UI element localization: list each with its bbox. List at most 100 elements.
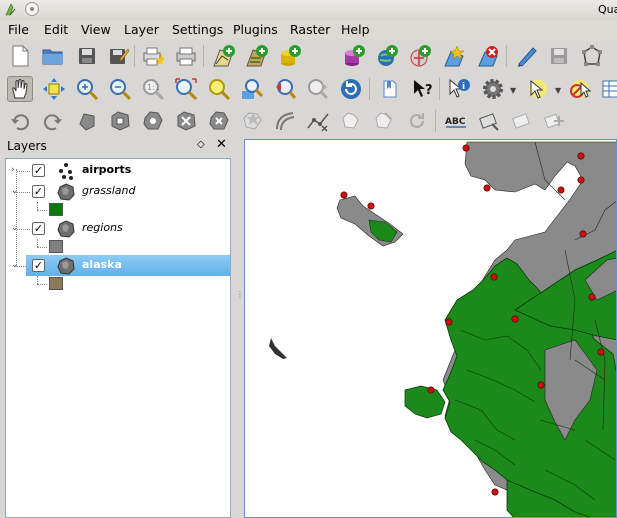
rotate-icon[interactable] [404, 108, 430, 134]
collapse-arrow-icon[interactable]: ⌄ [11, 223, 19, 233]
add-raster-layer-icon[interactable] [244, 43, 270, 69]
zoom-last-icon[interactable] [272, 76, 298, 102]
add-vector-layer-icon[interactable] [211, 43, 237, 69]
digitize-icon[interactable] [579, 43, 605, 69]
toggle-editing-icon[interactable] [514, 43, 540, 69]
collapse-arrow-icon[interactable]: ⌄ [11, 260, 19, 270]
tree-line [37, 247, 47, 248]
chevron-down-icon[interactable]: ▼ [555, 86, 561, 95]
regions-symbol-swatch[interactable] [49, 240, 63, 253]
airport-point [588, 293, 596, 301]
grassland-symbol-swatch[interactable] [49, 203, 63, 216]
zoom-full-icon[interactable] [173, 76, 199, 102]
merge-icon[interactable] [338, 108, 364, 134]
zoom-in-icon[interactable] [74, 76, 100, 102]
save-edits-icon[interactable] [546, 43, 572, 69]
airport-point [491, 488, 499, 496]
menu-plugins[interactable]: Plugins [233, 22, 278, 37]
bookmark-icon[interactable] [377, 76, 403, 102]
close-panel-icon[interactable]: ✕ [216, 137, 227, 152]
add-spatialite-layer-icon[interactable] [341, 43, 367, 69]
alaska-symbol-swatch[interactable] [49, 277, 63, 290]
new-shapefile-icon[interactable] [442, 43, 468, 69]
redo-icon[interactable] [40, 108, 66, 134]
svg-text:i: i [462, 82, 465, 92]
new-print-composer-icon[interactable] [140, 43, 166, 69]
save-as-icon[interactable] [106, 43, 132, 69]
window-menu-button[interactable] [25, 2, 39, 16]
add-part-icon[interactable] [140, 108, 166, 134]
deselect-icon[interactable] [567, 76, 593, 102]
simplify-icon[interactable] [74, 108, 100, 134]
merge-attributes-icon[interactable] [371, 108, 397, 134]
airport-point [511, 315, 519, 323]
expand-arrow-icon[interactable]: › [11, 165, 15, 175]
menu-settings[interactable]: Settings [172, 22, 223, 37]
add-ring-icon[interactable] [107, 108, 133, 134]
move-label-icon[interactable] [542, 108, 568, 134]
tree-line [37, 210, 47, 211]
new-project-icon[interactable] [7, 43, 33, 69]
delete-ring-icon[interactable] [173, 108, 199, 134]
chevron-down-icon[interactable]: ▼ [510, 86, 516, 95]
zoom-to-selection-icon[interactable] [206, 76, 232, 102]
polygon-layer-icon [57, 183, 75, 201]
panel-splitter-handle[interactable]: ⋮ [236, 290, 244, 299]
identify-icon[interactable]: i [446, 76, 472, 102]
menu-help[interactable]: Help [341, 22, 370, 37]
print-icon[interactable] [173, 43, 199, 69]
window-title: Qua [598, 3, 617, 16]
undo-icon[interactable] [7, 108, 33, 134]
airport-point [427, 386, 435, 394]
select-icon[interactable] [524, 76, 550, 102]
collapse-arrow-icon[interactable]: ⌄ [11, 186, 19, 196]
pin-labels-icon[interactable] [476, 108, 502, 134]
map-canvas[interactable] [244, 139, 617, 518]
save-project-icon[interactable] [74, 43, 100, 69]
menu-view[interactable]: View [81, 22, 111, 37]
label-icon[interactable]: ABC [443, 108, 469, 134]
layer-row-regions[interactable]: ⌄ ✓ regions [6, 218, 230, 239]
advanced-editing-toolbar: ABC [0, 104, 617, 138]
reshape-icon[interactable] [240, 108, 266, 134]
add-wfs-layer-icon[interactable] [407, 43, 433, 69]
tree-line [37, 202, 38, 210]
zoom-next-icon[interactable] [305, 76, 331, 102]
menu-raster[interactable]: Raster [290, 22, 330, 37]
zoom-out-icon[interactable] [107, 76, 133, 102]
layer-row-grassland[interactable]: ⌄ ✓ grassland [6, 181, 230, 202]
menu-bar: File Edit View Layer Settings Plugins Ra… [0, 20, 617, 39]
layer-visibility-checkbox[interactable]: ✓ [32, 222, 45, 235]
toolbar-separator [435, 110, 436, 132]
float-panel-icon[interactable]: ◇ [197, 139, 205, 150]
refresh-icon[interactable] [338, 76, 364, 102]
airport-point [577, 152, 585, 160]
offset-curve-icon[interactable] [272, 108, 298, 134]
open-project-icon[interactable] [40, 43, 66, 69]
airport-point [340, 191, 348, 199]
pan-to-selection-icon[interactable] [41, 76, 67, 102]
zoom-to-layer-icon[interactable] [239, 76, 265, 102]
qgis-logo-icon [5, 3, 16, 16]
layer-visibility-checkbox[interactable]: ✓ [32, 164, 45, 177]
layer-name-alaska: alaska [82, 258, 122, 271]
remove-layer-icon[interactable] [476, 43, 502, 69]
add-postgis-layer-icon[interactable] [277, 43, 303, 69]
delete-part-icon[interactable] [206, 108, 232, 134]
show-hide-labels-icon[interactable] [509, 108, 535, 134]
layer-row-alaska[interactable]: ✓ alaska [26, 255, 230, 276]
layer-name-regions: regions [82, 221, 123, 234]
zoom-native-icon[interactable]: 1:1 [140, 76, 166, 102]
layer-row-airports[interactable]: › ✓ airports [6, 160, 230, 181]
attribute-table-icon[interactable] [598, 76, 617, 102]
pan-icon[interactable] [7, 76, 33, 102]
menu-file[interactable]: File [8, 22, 29, 37]
layer-visibility-checkbox[interactable]: ✓ [32, 185, 45, 198]
add-wms-layer-icon[interactable] [374, 43, 400, 69]
settings-icon[interactable] [480, 76, 506, 102]
whats-this-icon[interactable]: ? [410, 76, 436, 102]
split-icon[interactable] [305, 108, 331, 134]
layer-visibility-checkbox[interactable]: ✓ [32, 259, 45, 272]
menu-edit[interactable]: Edit [44, 22, 68, 37]
menu-layer[interactable]: Layer [124, 22, 159, 37]
